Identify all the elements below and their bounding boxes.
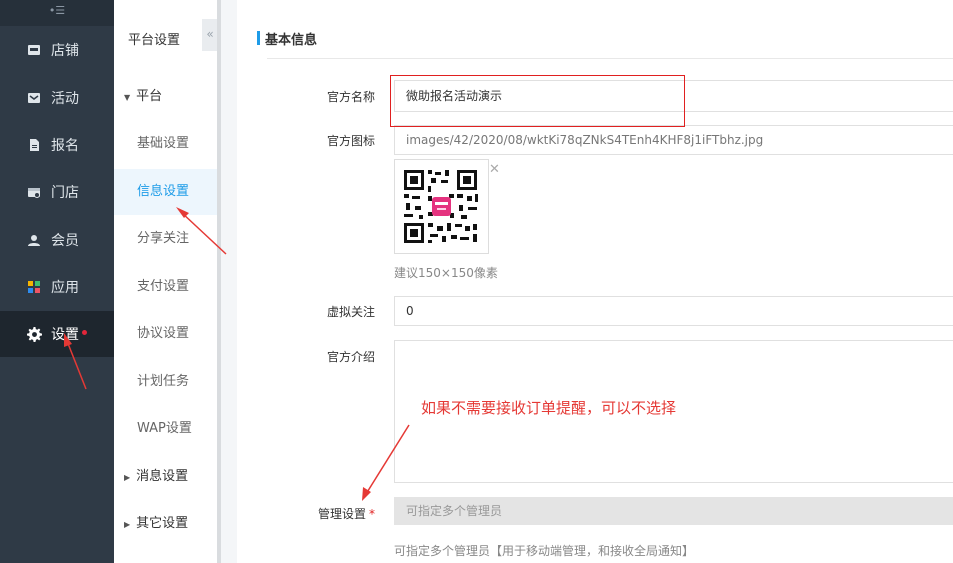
nav-item-label: 门店 [51, 185, 79, 201]
nav-item-label: 店铺 [51, 43, 79, 59]
settings-submenu: 平台设置 ▼ 平台 基础设置 信息设置 分享关注 支付设置 协议设置 计划任务 W… [114, 0, 217, 563]
caret-right-icon: ▶ [124, 520, 131, 529]
submenu-group-label: 消息设置 [136, 469, 189, 484]
main-sidebar: •☰ 店铺 活动 报名 门店 会员 应用 设置 [0, 0, 114, 563]
nav-item-member[interactable]: 会员 [0, 217, 114, 263]
submenu-group-message[interactable]: ▶ 消息设置 [114, 454, 217, 500]
annotation-text: 如果不需要接收订单提醒，可以不选择 [421, 399, 677, 417]
sidebar-collapse-toggle[interactable]: •☰ [0, 0, 114, 26]
caret-down-icon: ▼ [124, 93, 131, 102]
required-mark: * [369, 507, 375, 521]
store-icon [27, 185, 41, 199]
icon-size-hint: 建议150×150像素 [394, 266, 498, 280]
nav-item-shop[interactable]: 店铺 [0, 27, 114, 73]
section-accent-bar [257, 31, 260, 45]
remove-icon-button[interactable]: ✕ [489, 162, 500, 177]
main-content: 基本信息 官方名称 微助报名活动演示 官方图标 images/42/2020/0… [237, 0, 953, 563]
nav-item-store[interactable]: 门店 [0, 169, 114, 215]
gear-icon [27, 327, 42, 342]
nav-item-label: 活动 [51, 91, 79, 107]
qr-code-image [395, 160, 488, 253]
virtual-follow-input[interactable]: 0 [394, 296, 953, 326]
admin-setting-label-text: 管理设置 [317, 507, 366, 521]
submenu-item-payment[interactable]: 支付设置 [114, 264, 217, 310]
submenu-group-platform[interactable]: ▼ 平台 [114, 74, 217, 120]
official-icon-thumbnail[interactable] [394, 159, 489, 254]
official-name-label: 官方名称 [326, 90, 375, 104]
admin-select-input[interactable]: 可指定多个管理员 [394, 497, 953, 525]
activity-icon [27, 91, 41, 105]
signup-icon [27, 138, 41, 152]
caret-right-icon: ▶ [124, 473, 131, 482]
nav-item-signup[interactable]: 报名 [0, 122, 114, 168]
member-icon [27, 233, 41, 247]
submenu-group-label: 平台 [136, 89, 163, 104]
virtual-follow-label: 虚拟关注 [326, 305, 375, 319]
nav-item-label: 设置 [51, 327, 79, 343]
submenu-item-agreement[interactable]: 协议设置 [114, 311, 217, 357]
nav-item-label: 报名 [51, 138, 79, 154]
content-gutter [221, 0, 237, 563]
section-divider [267, 58, 953, 59]
nav-item-label: 应用 [51, 280, 79, 296]
submenu-item-info[interactable]: 信息设置 [114, 169, 217, 215]
submenu-item-basic[interactable]: 基础设置 [114, 121, 217, 167]
admin-setting-label: 管理设置 * [237, 505, 375, 522]
highlight-box [390, 75, 685, 127]
nav-item-apps[interactable]: 应用 [0, 264, 114, 310]
submenu-collapse-button[interactable]: « [202, 19, 218, 51]
nav-item-label: 会员 [51, 233, 79, 249]
submenu-item-wap[interactable]: WAP设置 [114, 406, 217, 452]
official-icon-label: 官方图标 [326, 134, 375, 148]
submenu-group-label: 其它设置 [136, 516, 189, 531]
official-intro-label: 官方介绍 [326, 350, 375, 364]
apps-icon [27, 280, 41, 294]
submenu-group-other[interactable]: ▶ 其它设置 [114, 501, 217, 547]
submenu-item-share[interactable]: 分享关注 [114, 216, 217, 262]
notification-dot [82, 330, 87, 335]
submenu-title: 平台设置 [128, 33, 181, 48]
admin-hint: 可指定多个管理员【用于移动端管理，和接收全局通知】 [394, 544, 695, 558]
nav-item-settings[interactable]: 设置 [0, 311, 114, 357]
section-title: 基本信息 [265, 33, 318, 48]
submenu-item-cron[interactable]: 计划任务 [114, 359, 217, 405]
official-icon-path-input[interactable]: images/42/2020/08/wktKi78qZNkS4TEnh4KHF8… [394, 125, 953, 155]
nav-item-activity[interactable]: 活动 [0, 75, 114, 121]
shop-icon [27, 43, 41, 57]
